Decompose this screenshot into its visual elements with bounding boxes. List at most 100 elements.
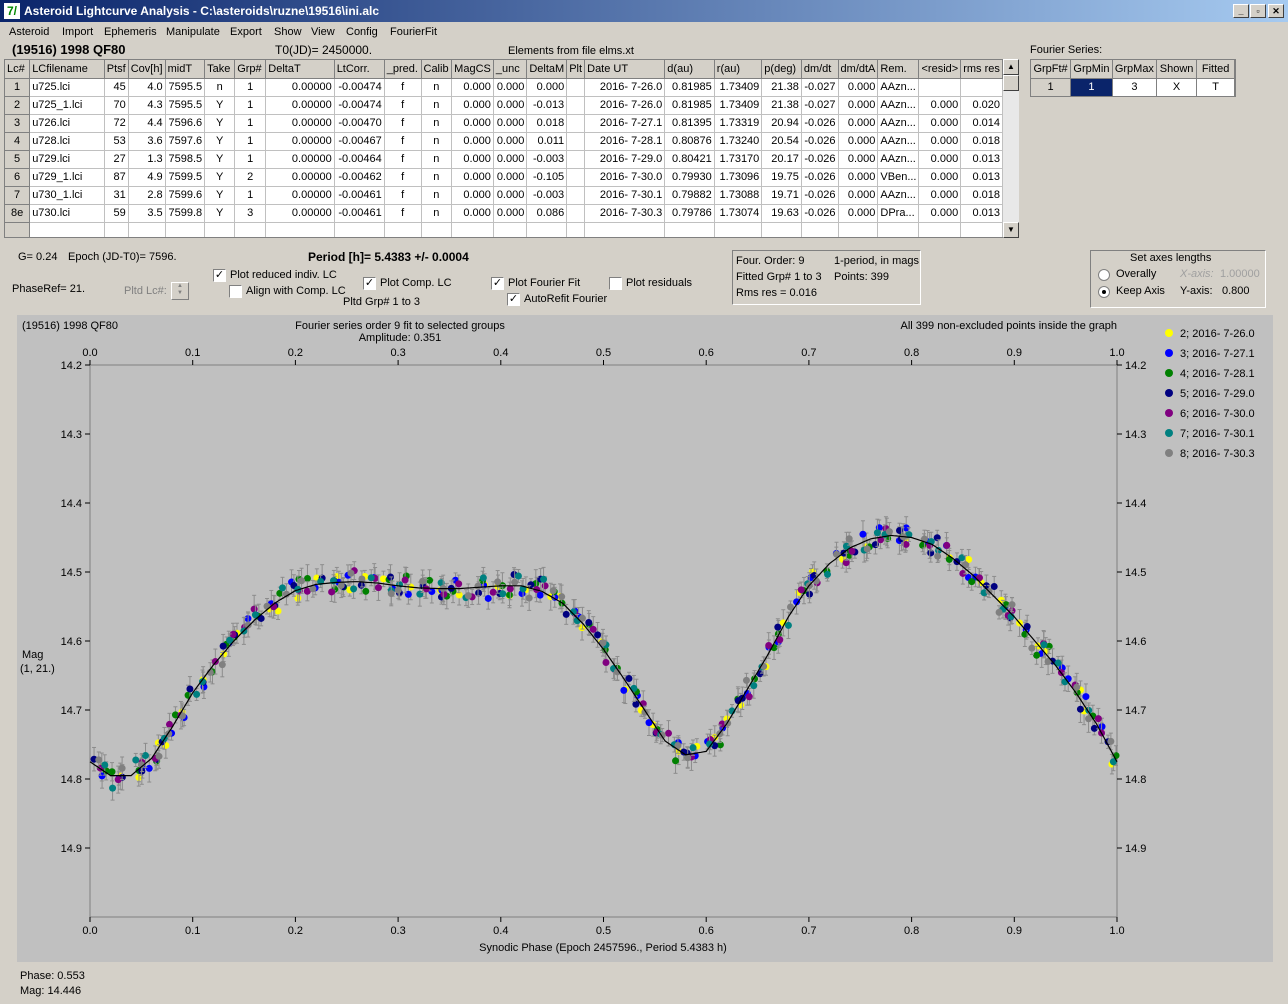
table-cell[interactable] xyxy=(918,222,962,237)
table-cell[interactable] xyxy=(421,222,453,237)
table-row[interactable]: 7 u730_1.lci 31 2.8 7599.6 Y 1 0.00000 -0.00461 f… xyxy=(5,186,1003,205)
table-cell[interactable]: -0.003 xyxy=(526,150,568,169)
table-cell[interactable]: 0.000 xyxy=(451,114,494,133)
table-cell[interactable] xyxy=(334,222,385,237)
column-header[interactable]: p(deg) xyxy=(761,60,802,79)
table-cell[interactable]: 0.011 xyxy=(526,132,568,151)
table-cell[interactable] xyxy=(566,186,586,205)
table-cell[interactable]: 0.000 xyxy=(838,150,879,169)
table-cell[interactable] xyxy=(877,222,920,237)
table-cell[interactable] xyxy=(566,222,586,237)
table-cell[interactable]: 7596.6 xyxy=(165,114,206,133)
table-cell[interactable]: 2 xyxy=(234,168,267,187)
menu-ephemeris[interactable]: Ephemeris xyxy=(104,26,157,38)
fourier-cell[interactable]: 3 xyxy=(1112,78,1157,97)
table-cell[interactable]: 0.81985 xyxy=(664,96,715,115)
table-cell[interactable]: 1 xyxy=(234,186,267,205)
table-cell[interactable]: n xyxy=(421,204,453,223)
row-header[interactable]: 1 xyxy=(5,78,31,97)
table-cell[interactable]: n xyxy=(421,114,453,133)
column-header[interactable]: r(au) xyxy=(714,60,763,79)
table-cell[interactable] xyxy=(128,222,166,237)
table-cell[interactable]: 0.000 xyxy=(918,186,962,205)
column-header[interactable]: Take xyxy=(204,60,236,79)
row-header[interactable]: 5 xyxy=(5,150,31,169)
table-cell[interactable] xyxy=(234,222,267,237)
table-cell[interactable]: 0.000 xyxy=(918,204,962,223)
scroll-up-icon[interactable]: ▲ xyxy=(1003,59,1019,75)
table-cell[interactable]: f xyxy=(384,114,422,133)
table-cell[interactable]: 0.000 xyxy=(918,96,962,115)
table-cell[interactable]: 2016- 7-29.0 xyxy=(584,150,666,169)
table-cell[interactable]: 0.000 xyxy=(918,132,962,151)
table-cell[interactable]: 0.000 xyxy=(451,132,494,151)
table-cell[interactable] xyxy=(960,222,1003,237)
table-cell[interactable] xyxy=(493,222,528,237)
table-cell[interactable]: 0.013 xyxy=(960,168,1003,187)
table-cell[interactable] xyxy=(566,204,586,223)
table-cell[interactable]: 0.79882 xyxy=(664,186,715,205)
table-cell[interactable]: -0.00461 xyxy=(334,204,385,223)
fourier-cell-selected[interactable]: 1 xyxy=(1070,78,1113,97)
table-cell[interactable]: 7595.5 xyxy=(165,78,206,97)
table-cell[interactable] xyxy=(566,78,586,97)
table-cell[interactable]: -0.00461 xyxy=(334,186,385,205)
table-cell[interactable] xyxy=(204,222,236,237)
fourier-cell[interactable]: 1 xyxy=(1031,78,1072,97)
table-cell[interactable]: u729.lci xyxy=(29,150,105,169)
table-cell[interactable] xyxy=(714,222,763,237)
table-cell[interactable] xyxy=(566,150,586,169)
menu-import[interactable]: Import xyxy=(62,26,93,38)
row-header[interactable]: 6 xyxy=(5,168,31,187)
table-cell[interactable]: 1 xyxy=(234,78,267,97)
table-cell[interactable]: 0.014 xyxy=(960,114,1003,133)
table-cell[interactable]: -0.026 xyxy=(801,186,839,205)
table-cell[interactable]: 0.000 xyxy=(838,132,879,151)
menu-view[interactable]: View xyxy=(311,26,335,38)
overally-radio[interactable] xyxy=(1098,269,1110,281)
table-cell[interactable]: 4.3 xyxy=(128,96,166,115)
table-cell[interactable] xyxy=(838,222,879,237)
table-cell[interactable]: 0.00000 xyxy=(265,168,335,187)
table-cell[interactable]: 45 xyxy=(104,78,129,97)
column-header[interactable]: Rem. xyxy=(877,60,920,79)
restore-icon[interactable]: ▫ xyxy=(1250,4,1266,18)
table-cell[interactable]: -0.027 xyxy=(801,96,839,115)
table-cell[interactable]: 1.73074 xyxy=(714,204,763,223)
table-cell[interactable] xyxy=(566,132,586,151)
table-cell[interactable]: 1 xyxy=(234,150,267,169)
table-cell[interactable]: 0.000 xyxy=(838,96,879,115)
table-cell[interactable]: 0.086 xyxy=(526,204,568,223)
table-cell[interactable] xyxy=(960,78,1003,97)
table-row[interactable]: 6 u729_1.lci 87 4.9 7599.5 Y 2 0.00000 -0.00462 f… xyxy=(5,168,1003,187)
column-header[interactable]: midT xyxy=(165,60,206,79)
table-cell[interactable]: 2016- 7-27.1 xyxy=(584,114,666,133)
table-cell[interactable]: -0.026 xyxy=(801,168,839,187)
table-cell[interactable] xyxy=(566,96,586,115)
table-cell[interactable]: 1 xyxy=(234,96,267,115)
table-cell[interactable]: -0.013 xyxy=(526,96,568,115)
table-cell[interactable]: 0.013 xyxy=(960,204,1003,223)
table-cell[interactable]: AAzn... xyxy=(877,132,920,151)
table-cell[interactable]: 72 xyxy=(104,114,129,133)
column-header[interactable]: d(au) xyxy=(664,60,715,79)
table-cell[interactable]: -0.003 xyxy=(526,186,568,205)
table-cell[interactable] xyxy=(566,168,586,187)
table-row[interactable]: 8e u730.lci 59 3.5 7599.8 Y 3 0.00000 -0.00461 f n… xyxy=(5,204,1003,223)
minimize-icon[interactable]: _ xyxy=(1233,4,1249,18)
table-cell[interactable]: 0.79786 xyxy=(664,204,715,223)
table-cell[interactable]: AAzn... xyxy=(877,150,920,169)
table-cell[interactable]: 0.81985 xyxy=(664,78,715,97)
table-cell[interactable]: 1.3 xyxy=(128,150,166,169)
table-cell[interactable]: 19.75 xyxy=(761,168,802,187)
lightcurve-plot[interactable]: (19516) 1998 QF80 Fourier series order 9… xyxy=(17,315,1273,962)
column-header[interactable]: _unc xyxy=(493,60,528,79)
table-cell[interactable]: -0.105 xyxy=(526,168,568,187)
plot-reduced-checkbox[interactable]: ✓ xyxy=(213,269,226,282)
column-header[interactable]: Ptsf xyxy=(104,60,129,79)
table-cell[interactable]: n xyxy=(421,96,453,115)
table-cell[interactable]: 0.020 xyxy=(960,96,1003,115)
table-cell[interactable]: Y xyxy=(204,186,236,205)
table-cell[interactable]: 2016- 7-28.1 xyxy=(584,132,666,151)
table-cell[interactable] xyxy=(29,222,105,237)
